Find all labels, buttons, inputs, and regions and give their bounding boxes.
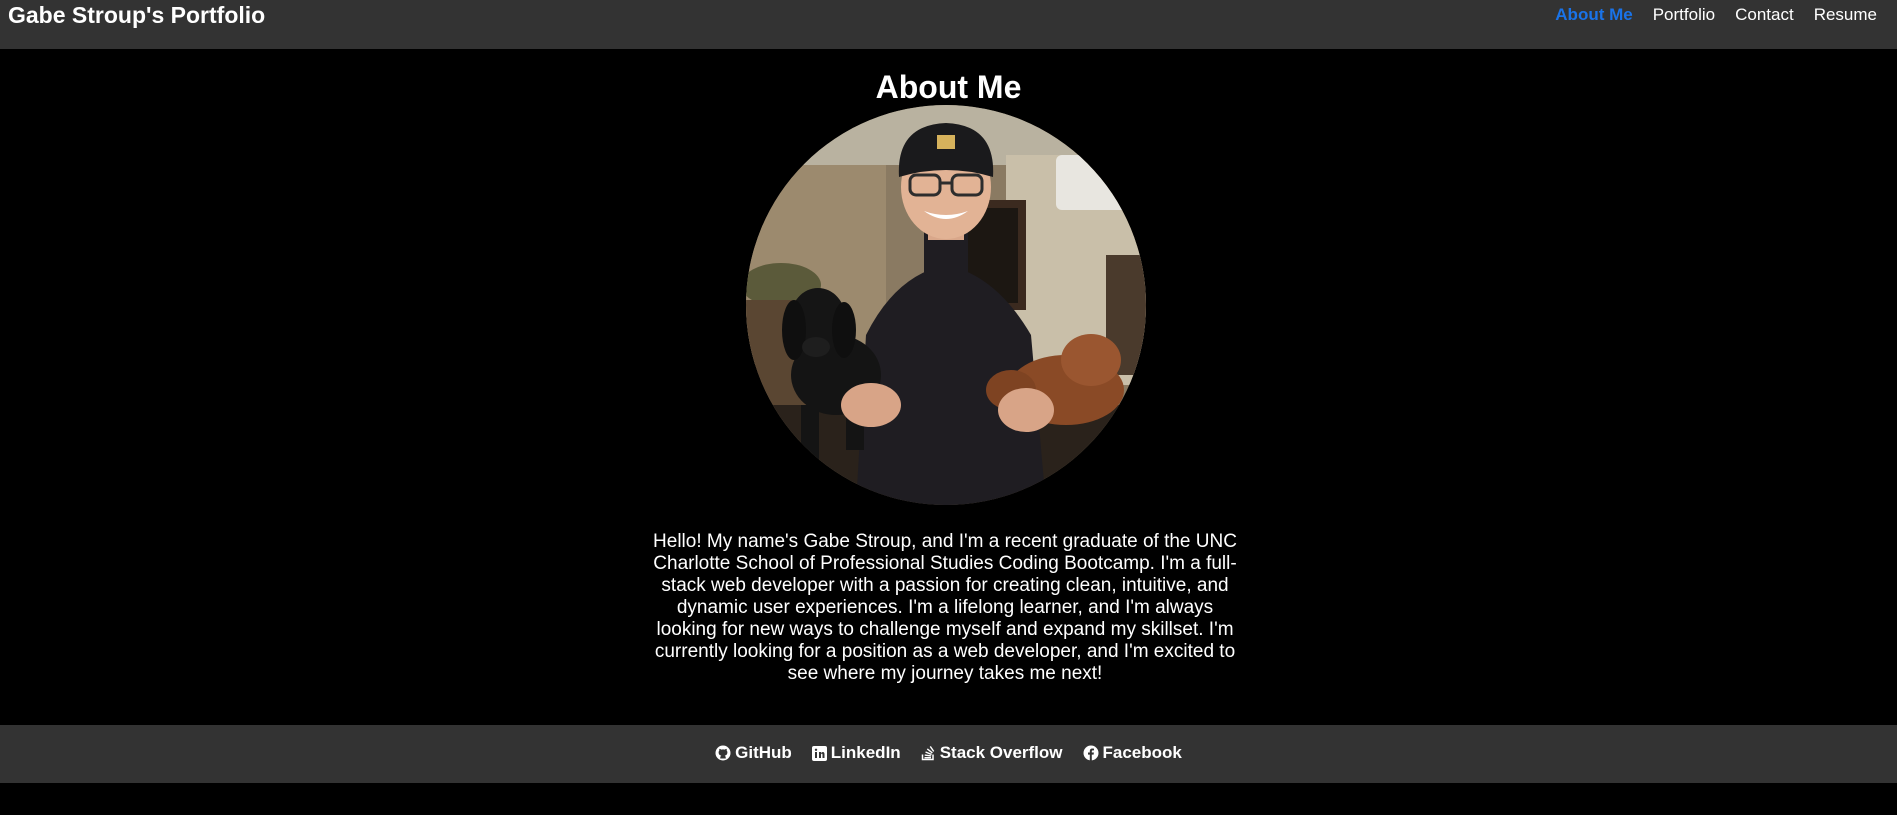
about-section: About Me Hello! My name's Gabe Stroup, a… <box>0 49 1897 725</box>
github-label: GitHub <box>735 743 792 762</box>
github-link[interactable]: GitHub <box>715 743 792 763</box>
social-links: GitHub LinkedIn Stack Overflow Facebook <box>0 743 1897 763</box>
stack-overflow-link[interactable]: Stack Overflow <box>921 743 1063 763</box>
site-footer: GitHub LinkedIn Stack Overflow Facebook <box>0 725 1897 783</box>
stack-overflow-label: Stack Overflow <box>939 743 1063 762</box>
linkedin-label: LinkedIn <box>830 743 901 762</box>
nav-resume[interactable]: Resume <box>1804 4 1887 26</box>
profile-photo-illustration <box>746 105 1146 505</box>
profile-photo <box>746 105 1146 505</box>
facebook-link[interactable]: Facebook <box>1083 743 1182 763</box>
nav-portfolio[interactable]: Portfolio <box>1643 4 1725 26</box>
nav-contact[interactable]: Contact <box>1725 4 1804 26</box>
facebook-icon <box>1083 745 1099 761</box>
site-title: Gabe Stroup's Portfolio <box>8 2 266 28</box>
main-nav: About Me Portfolio Contact Resume <box>1545 4 1887 26</box>
linkedin-link[interactable]: LinkedIn <box>811 743 901 763</box>
page-title: About Me <box>875 69 1022 105</box>
stack-overflow-icon <box>921 745 936 761</box>
github-icon <box>715 745 731 761</box>
nav-about-me[interactable]: About Me <box>1545 4 1642 26</box>
bio-text: Hello! My name's Gabe Stroup, and I'm a … <box>653 531 1237 684</box>
linkedin-icon <box>811 745 827 761</box>
facebook-label: Facebook <box>1102 743 1182 762</box>
site-header: Gabe Stroup's Portfolio About Me Portfol… <box>0 0 1897 49</box>
